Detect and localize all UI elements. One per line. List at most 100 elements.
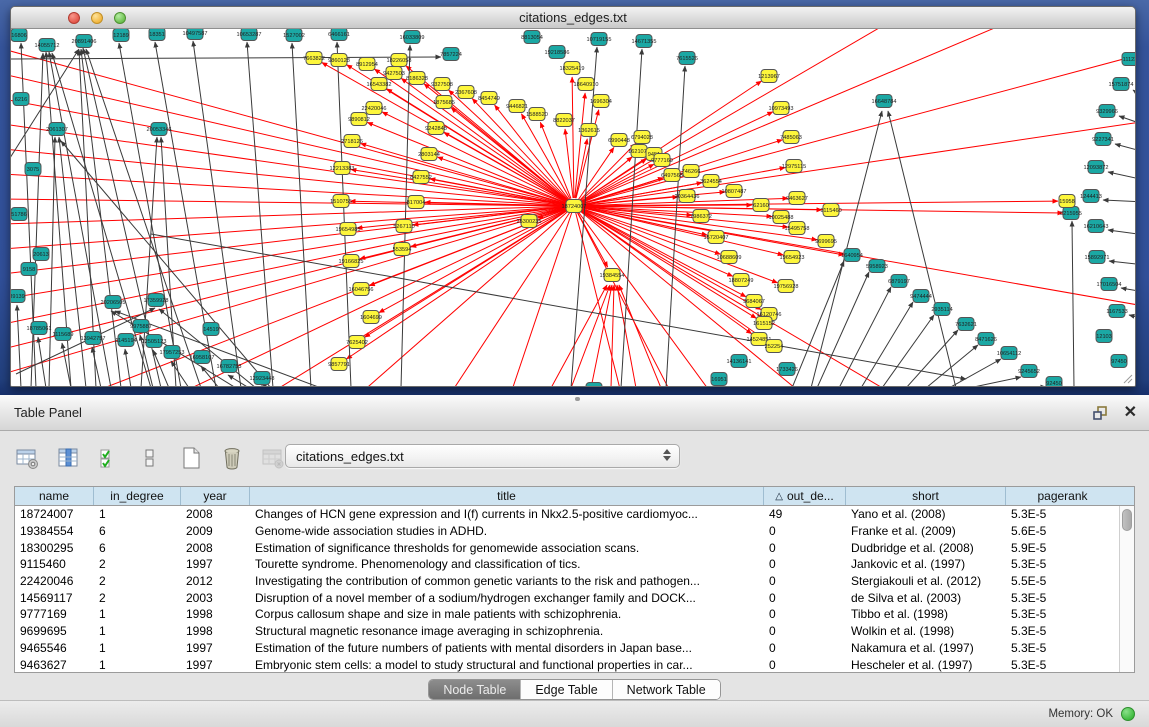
network-node[interactable]: 7615526	[676, 52, 698, 65]
network-node[interactable]: 2367608	[455, 86, 477, 99]
table-cell[interactable]: Corpus callosum shape and size in male p…	[250, 607, 764, 621]
network-node[interactable]: 1588520	[526, 108, 548, 121]
network-node[interactable]: 9427503	[383, 67, 405, 80]
network-node[interactable]: 18351	[149, 29, 165, 41]
table-cell[interactable]: Dudbridge et al. (2008)	[846, 541, 1006, 555]
network-node[interactable]: 12189	[113, 29, 129, 42]
table-cell[interactable]: 5.3E-5	[1006, 641, 1119, 655]
network-node[interactable]: 12093872	[1084, 161, 1109, 174]
table-cell[interactable]: Hescheler et al. (1997)	[846, 658, 1006, 672]
network-node[interactable]: 10654112	[997, 347, 1021, 360]
network-node[interactable]: 16958	[586, 383, 602, 388]
row-height-button[interactable]	[137, 445, 163, 471]
network-node[interactable]: 39139	[11, 290, 25, 303]
column-header-in-degree[interactable]: in_degree	[94, 487, 181, 505]
network-node[interactable]: 1615152	[753, 317, 775, 330]
table-cell[interactable]: 6	[94, 541, 181, 555]
table-cell[interactable]: Estimation of significance thresholds fo…	[250, 541, 764, 555]
network-node[interactable]: 2061307	[46, 123, 68, 136]
table-cell[interactable]: 0	[764, 641, 846, 655]
network-node[interactable]: 8186328	[406, 72, 428, 85]
table-cell[interactable]: 9463627	[15, 658, 94, 672]
table-cell[interactable]: 18724007	[15, 507, 94, 521]
network-node[interactable]: 14671355	[632, 35, 657, 48]
network-node[interactable]: 9227341	[1092, 133, 1114, 146]
network-node[interactable]: 1604699	[360, 311, 382, 324]
table-cell[interactable]: 1997	[181, 641, 250, 655]
table-cell[interactable]: 0	[764, 557, 846, 571]
network-node[interactable]: 10719155	[587, 33, 612, 46]
network-node[interactable]: 2803144	[418, 148, 440, 161]
network-node[interactable]: 817004	[407, 196, 426, 209]
table-cell[interactable]: 9777169	[15, 607, 94, 621]
table-cell[interactable]: Estimation of the future numbers of pati…	[250, 641, 764, 655]
network-node[interactable]: 18785061	[27, 322, 52, 335]
table-cell[interactable]: 6	[94, 524, 181, 538]
network-node[interactable]: 1733426	[776, 363, 798, 376]
table-row[interactable]: 977716911998Corpus callosum shape and si…	[15, 606, 1119, 623]
table-cell[interactable]: 1998	[181, 607, 250, 621]
table-cell[interactable]: 0	[764, 591, 846, 605]
table-row[interactable]: 2242004622012Investigating the contribut…	[15, 573, 1119, 590]
network-node[interactable]: 8454749	[478, 92, 500, 105]
table-cell[interactable]: 1	[94, 658, 181, 672]
network-node[interactable]: 9158	[21, 263, 37, 276]
table-cell[interactable]: 2	[94, 557, 181, 571]
network-node[interactable]: 8427552	[410, 171, 432, 184]
column-header-name[interactable]: name	[15, 487, 94, 505]
network-node[interactable]: 9857791	[328, 358, 350, 371]
scrollbar-thumb[interactable]	[1122, 509, 1132, 531]
table-cell[interactable]: Franke et al. (2009)	[846, 524, 1006, 538]
network-node[interactable]: 6879197	[888, 275, 910, 288]
network-node[interactable]: 9245652	[1018, 365, 1040, 378]
column-header-out-de[interactable]: △out_de...	[764, 487, 846, 505]
network-node[interactable]: 18226058	[387, 54, 412, 67]
table-cell[interactable]: 5.3E-5	[1006, 591, 1119, 605]
column-visibility-button[interactable]	[96, 445, 122, 471]
table-cell[interactable]: 5.9E-5	[1006, 541, 1119, 555]
table-cell[interactable]: 9699695	[15, 624, 94, 638]
network-node[interactable]: 18807249	[729, 274, 754, 287]
network-node[interactable]: 20364436	[675, 190, 700, 203]
table-cell[interactable]: 2008	[181, 507, 250, 521]
table-cell[interactable]: 0	[764, 524, 846, 538]
network-canvas[interactable]: 1680614055712208914061218918351104975871…	[11, 29, 1136, 387]
table-cell[interactable]: 5.3E-5	[1006, 507, 1119, 521]
network-window-titlebar[interactable]: citations_edges.txt	[11, 7, 1135, 29]
table-cell[interactable]: 0	[764, 624, 846, 638]
column-header-short[interactable]: short	[846, 487, 1006, 505]
network-node[interactable]: 1362615	[578, 124, 600, 137]
table-cell[interactable]: Genome-wide association studies in ADHD.	[250, 524, 764, 538]
table-cell[interactable]: 14569117	[15, 591, 94, 605]
network-node[interactable]: 12213383	[330, 162, 355, 175]
table-mode-button[interactable]	[14, 445, 40, 471]
network-node[interactable]: 97450	[1111, 355, 1127, 368]
network-node[interactable]: 14136141	[727, 355, 752, 368]
table-cell[interactable]: 2	[94, 591, 181, 605]
table-cell[interactable]: 19384554	[15, 524, 94, 538]
network-node[interactable]: 8471626	[975, 333, 997, 346]
table-cell[interactable]: 5.3E-5	[1006, 658, 1119, 672]
network-node[interactable]: 8822037	[553, 114, 575, 127]
table-cell[interactable]: 1	[94, 641, 181, 655]
network-node[interactable]: 15751874	[1109, 78, 1134, 91]
table-cell[interactable]: Tibbo et al. (1998)	[846, 607, 1006, 621]
network-node[interactable]: 10653287	[237, 29, 262, 41]
close-icon[interactable]: ✕	[1124, 402, 1137, 422]
splitter-grip[interactable]	[575, 397, 580, 401]
network-node[interactable]: 17957253	[160, 346, 185, 359]
network-node[interactable]: 2718126	[341, 135, 363, 148]
network-node[interactable]: 5267110	[393, 220, 414, 233]
table-cell[interactable]: 0	[764, 658, 846, 672]
network-node[interactable]: 553594	[393, 243, 412, 256]
table-cell[interactable]: de Silva et al. (2003)	[846, 591, 1006, 605]
network-node[interactable]: 9699695	[815, 235, 837, 248]
table-row[interactable]: 969969511998Structural magnetic resonanc…	[15, 623, 1119, 640]
table-cell[interactable]: 1998	[181, 624, 250, 638]
table-vertical-scrollbar[interactable]	[1119, 506, 1134, 672]
network-node[interactable]: 15958	[1059, 195, 1075, 208]
table-row[interactable]: 946554611997Estimation of the future num…	[15, 640, 1119, 657]
network-node[interactable]: 8813054	[521, 31, 543, 44]
show-columns-button[interactable]	[55, 445, 81, 471]
table-cell[interactable]: 2008	[181, 541, 250, 555]
